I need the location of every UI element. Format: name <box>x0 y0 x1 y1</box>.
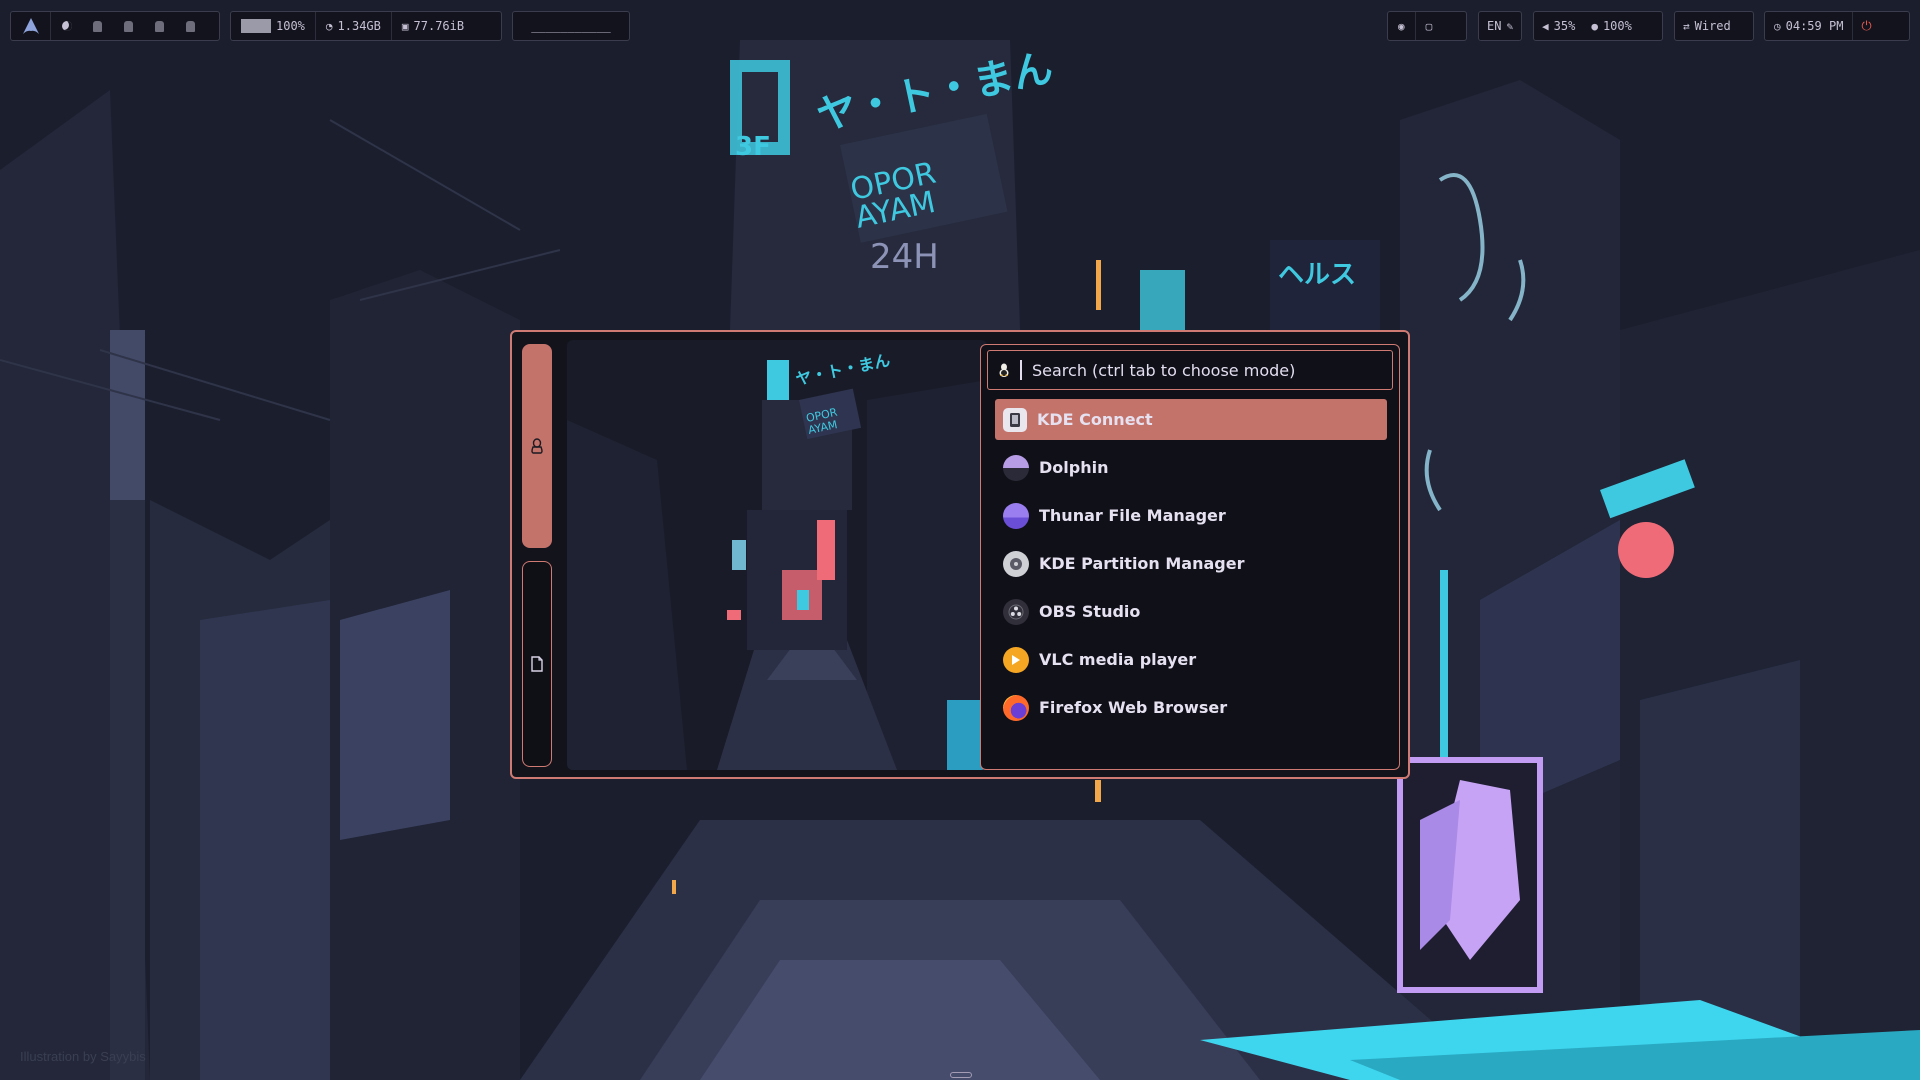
dolphin-icon <box>1003 454 1029 481</box>
battery-percent: 100% <box>276 19 305 33</box>
screenshot-button[interactable]: ▢ <box>1414 12 1443 40</box>
microphone-icon: ● <box>1591 19 1598 33</box>
workspace-4[interactable] <box>144 12 175 40</box>
firefox-icon <box>1003 694 1029 721</box>
record-button[interactable]: ◉ <box>1388 12 1415 40</box>
memory-widget[interactable]: ◔ 1.34GB <box>314 12 391 40</box>
screenshot-icon: ▢ <box>1425 19 1433 33</box>
disk-widget[interactable]: ▣ 77.76iB <box>390 12 474 40</box>
battery-icon <box>241 19 271 33</box>
battery-widget[interactable]: 100% <box>231 12 315 40</box>
svg-text:24H: 24H <box>870 237 939 277</box>
result-dolphin[interactable]: Dolphin <box>995 447 1387 488</box>
arch-logo-icon[interactable] <box>11 12 51 40</box>
moon-icon <box>61 21 72 31</box>
ws-icon <box>93 20 102 32</box>
power-button[interactable]: ⏻ <box>1852 12 1879 40</box>
result-vlc[interactable]: VLC media player <box>995 639 1387 680</box>
partition-manager-icon <box>1003 550 1029 577</box>
record-icon: ◉ <box>1398 19 1405 33</box>
workspace-5[interactable] <box>175 12 206 40</box>
tux-icon <box>531 438 543 454</box>
clock-time: 04:59 PM <box>1785 19 1844 33</box>
volume-control[interactable]: ◀ 35% <box>1534 12 1583 40</box>
pencil-icon: ✎ <box>1506 19 1514 33</box>
power-icon: ⏻ <box>1861 18 1872 34</box>
workspace-switcher <box>10 11 220 41</box>
app-launcher: ヤ・ト・まん OPOR AYAM Search (ctrl tab to cho… <box>510 330 1410 779</box>
tux-icon <box>988 363 1020 377</box>
clock-power-group: ◷ 04:59 PM ⏻ <box>1764 11 1910 41</box>
workspace-3[interactable] <box>113 12 144 40</box>
result-partition-manager[interactable]: KDE Partition Manager <box>995 543 1387 584</box>
mode-drun-button[interactable] <box>522 344 552 548</box>
result-label: Dolphin <box>1039 458 1109 477</box>
dock-handle[interactable] <box>950 1072 972 1078</box>
result-firefox[interactable]: Firefox Web Browser <box>995 687 1387 728</box>
mode-files-button[interactable] <box>522 561 552 767</box>
result-label: KDE Connect <box>1037 410 1153 429</box>
volume-value: 35% <box>1553 19 1576 33</box>
obs-icon <box>1003 598 1029 625</box>
launcher-wallpaper-preview: ヤ・ト・まん OPOR AYAM <box>567 340 987 770</box>
results-list: KDE Connect Dolphin Thunar File Manager … <box>995 399 1387 735</box>
svg-text:3F: 3F <box>735 132 771 162</box>
search-input[interactable] <box>1020 360 1392 380</box>
disk-value: 77.76iB <box>413 19 465 33</box>
result-label: Thunar File Manager <box>1039 506 1226 525</box>
file-icon <box>531 656 543 672</box>
keyboard-widget[interactable]: EN ✎ <box>1478 11 1522 41</box>
thunar-icon <box>1003 502 1029 529</box>
clock-widget[interactable]: ◷ 04:59 PM <box>1765 12 1852 40</box>
wallpaper-credit: Illustration by Sayybis <box>20 1049 146 1064</box>
audio-widget: ◀ 35% ● 100% <box>1533 11 1663 41</box>
result-label: VLC media player <box>1039 650 1197 669</box>
memory-value: 1.34GB <box>337 19 381 33</box>
result-label: KDE Partition Manager <box>1039 554 1245 573</box>
network-widget[interactable]: ⇄ Wired <box>1674 11 1754 41</box>
ethernet-icon: ⇄ <box>1683 19 1690 33</box>
search-box <box>987 350 1393 390</box>
svg-text:ヘルス: ヘルス <box>1278 260 1356 290</box>
kdeconnect-icon <box>1003 407 1027 432</box>
vlc-icon <box>1003 646 1029 673</box>
keyboard-layout: EN <box>1487 19 1502 33</box>
result-obs[interactable]: OBS Studio <box>995 591 1387 632</box>
workspace-1[interactable] <box>51 12 82 40</box>
mic-value: 100% <box>1602 19 1632 33</box>
results-panel: KDE Connect Dolphin Thunar File Manager … <box>980 344 1400 770</box>
memory-icon: ◔ <box>325 19 333 33</box>
window-title: ___________ <box>531 19 611 33</box>
result-thunar[interactable]: Thunar File Manager <box>995 495 1387 536</box>
ws-icon <box>155 20 164 32</box>
ws-icon <box>186 20 195 32</box>
system-stats: 100% ◔ 1.34GB ▣ 77.76iB <box>230 11 502 41</box>
tray: ◉ ▢ <box>1387 11 1467 41</box>
workspace-2[interactable] <box>82 12 113 40</box>
disk-icon: ▣ <box>401 19 409 33</box>
clock-icon: ◷ <box>1774 19 1781 33</box>
result-label: OBS Studio <box>1039 602 1141 621</box>
speaker-icon: ◀ <box>1542 19 1549 33</box>
mic-control[interactable]: ● 100% <box>1583 12 1640 40</box>
ws-icon <box>124 20 133 32</box>
result-kde-connect[interactable]: KDE Connect <box>995 399 1387 440</box>
window-title-widget: ___________ <box>512 11 630 41</box>
result-label: Firefox Web Browser <box>1039 698 1228 717</box>
network-status: Wired <box>1694 19 1731 33</box>
